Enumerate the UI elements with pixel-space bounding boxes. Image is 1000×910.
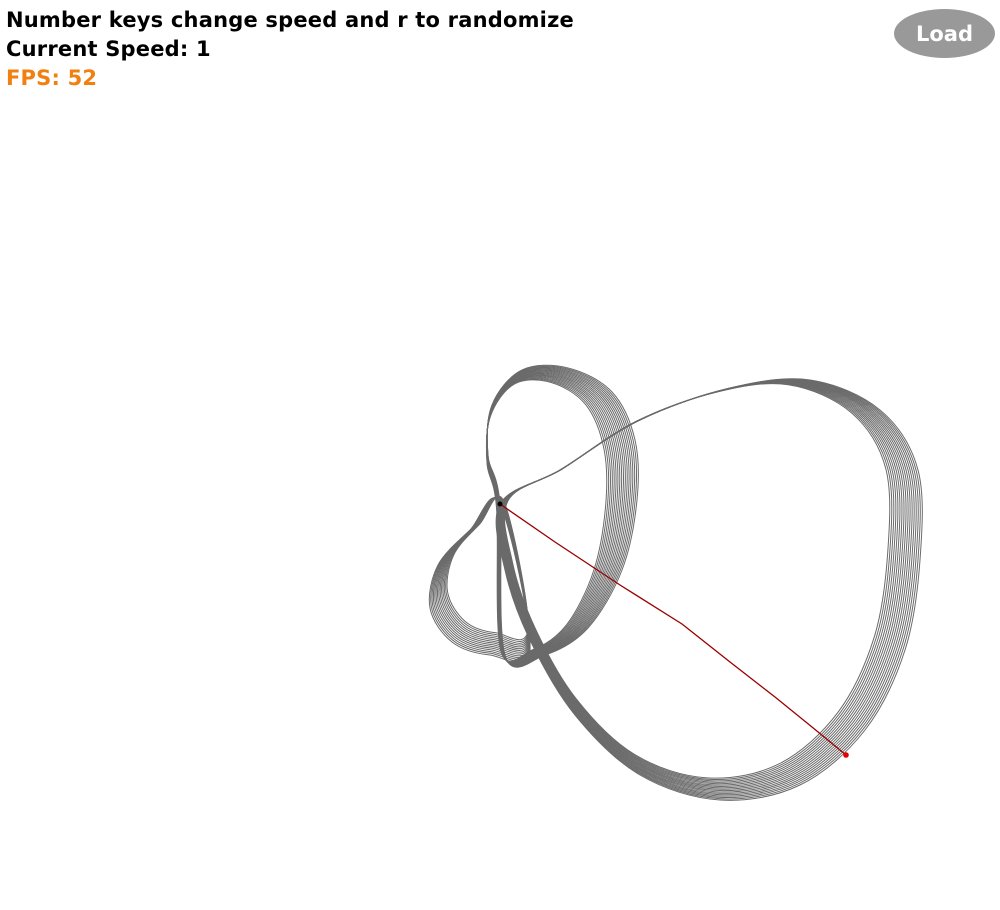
- hud-overlay: Number keys change speed and r to random…: [6, 6, 574, 93]
- big-loop-curve: [502, 382, 895, 782]
- big-loop-curve: [502, 382, 897, 783]
- big-loop-curve: [496, 378, 921, 800]
- point-group: [497, 501, 849, 758]
- big-loop-curve: [498, 380, 911, 793]
- curve-trace-group: [428, 364, 923, 801]
- big-loop-curve: [497, 379, 917, 797]
- pendulum-path-group: [499, 503, 847, 756]
- big-loop-curve: [499, 380, 907, 790]
- big-loop-curve: [503, 382, 893, 781]
- big-loop-curve: [499, 380, 909, 792]
- end-point: [843, 752, 849, 758]
- big-loop-curve: [496, 378, 919, 799]
- big-loop-curve: [498, 379, 913, 794]
- animation-canvas[interactable]: [0, 0, 1000, 910]
- big-loop-curve: [495, 378, 923, 801]
- instructions-text: Number keys change speed and r to random…: [6, 8, 574, 32]
- big-loop-curve: [501, 381, 899, 785]
- big-loop-curve: [497, 379, 915, 796]
- big-loop-curve: [501, 381, 901, 786]
- load-button[interactable]: Load: [894, 9, 995, 58]
- pendulum-path: [499, 503, 847, 756]
- big-loop-curve: [500, 380, 905, 789]
- big-loop-curve: [500, 381, 903, 787]
- big-loop-curve: [503, 383, 891, 779]
- fps-counter: FPS: 52: [6, 66, 98, 90]
- pivot-point: [497, 501, 503, 507]
- current-speed-text: Current Speed: 1: [6, 37, 211, 61]
